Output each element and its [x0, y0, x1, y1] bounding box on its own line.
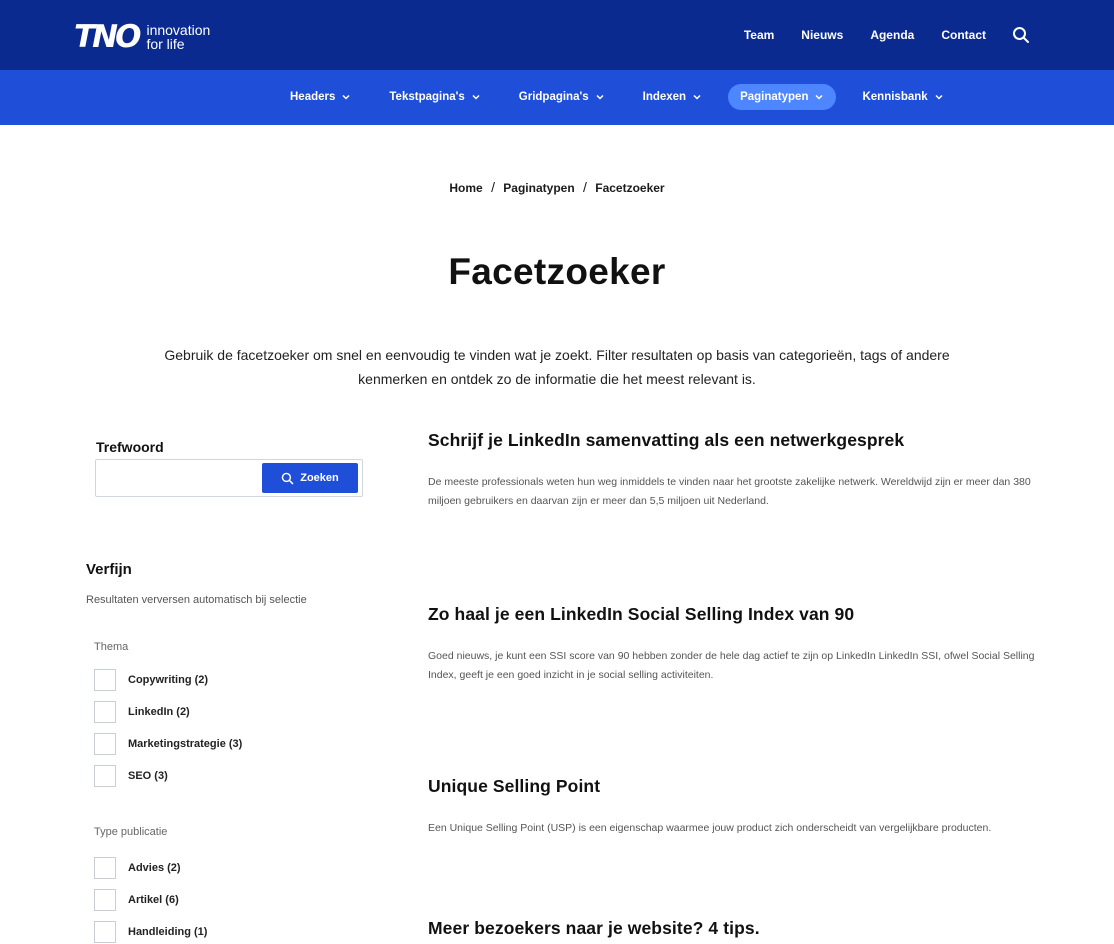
refine-title: Verfijn — [86, 561, 132, 578]
logo-tagline-line-2: for life — [146, 36, 185, 52]
top-link-contact[interactable]: Contact — [941, 28, 986, 42]
chevron-down-icon — [596, 94, 604, 100]
facet-option-label: Artikel (6) — [128, 894, 179, 906]
result-summary: Een Unique Selling Point (USP) is een ei… — [428, 822, 992, 834]
subnav-label: Tekstpagina's — [389, 91, 465, 103]
facet-option-label: Marketingstrategie (3) — [128, 738, 243, 750]
subnav-label: Kennisbank — [862, 91, 928, 103]
checkbox[interactable] — [94, 889, 116, 911]
result-title[interactable]: Meer bezoekers naar je website? 4 tips. — [428, 918, 1048, 939]
facet-option-label: Handleiding (1) — [128, 926, 208, 938]
checkbox[interactable] — [94, 701, 116, 723]
logo-tagline: innovation for life — [146, 23, 210, 51]
checkbox[interactable] — [94, 921, 116, 943]
breadcrumb-home[interactable]: Home — [449, 181, 482, 195]
checkbox[interactable] — [94, 669, 116, 691]
sub-nav: Headers Tekstpagina's Gridpagina's Index… — [0, 70, 1114, 125]
subnav-item-headers[interactable]: Headers — [278, 84, 363, 110]
subnav-item-indexen[interactable]: Indexen — [631, 84, 714, 110]
chevron-down-icon — [472, 94, 480, 100]
breadcrumb-current: Facetzoeker — [595, 181, 665, 195]
subnav-item-kennisbank[interactable]: Kennisbank — [850, 84, 955, 110]
subnav-item-gridpaginas[interactable]: Gridpagina's — [507, 84, 617, 110]
breadcrumb: Home / Paginatypen / Facetzoeker — [0, 179, 1114, 195]
intro-text: Gebruik de facetzoeker om snel en eenvou… — [164, 347, 950, 387]
facet-option[interactable]: Handleiding (1) — [94, 921, 207, 943]
result-summary: De meeste professionals weten hun weg in… — [428, 476, 1031, 507]
result-title[interactable]: Unique Selling Point — [428, 776, 1048, 797]
facet-option[interactable]: Marketingstrategie (3) — [94, 733, 242, 755]
subnav-label: Paginatypen — [740, 91, 809, 103]
logo-mark: TNO — [74, 19, 141, 55]
subnav-item-paginatypen[interactable]: Paginatypen — [728, 84, 837, 110]
top-link-nieuws[interactable]: Nieuws — [801, 28, 843, 42]
facet-option-label: LinkedIn (2) — [128, 706, 190, 718]
facet-option-label: Copywriting (2) — [128, 674, 209, 686]
search-button-label: Zoeken — [300, 472, 339, 484]
subnav-label: Headers — [290, 91, 336, 103]
facet-option[interactable]: Artikel (6) — [94, 889, 179, 911]
checkbox[interactable] — [94, 765, 116, 787]
breadcrumb-separator: / — [491, 179, 495, 195]
breadcrumb-separator: / — [583, 179, 587, 195]
chevron-down-icon — [815, 94, 824, 100]
search-icon[interactable] — [1012, 26, 1030, 44]
keyword-label: Trefwoord — [96, 439, 164, 455]
top-nav: Team Nieuws Agenda Contact — [717, 26, 1030, 44]
facet-option[interactable]: Copywriting (2) — [94, 669, 208, 691]
top-bar: TNO innovation for life Team Nieuws Agen… — [0, 0, 1114, 70]
page-title: Facetzoeker — [448, 251, 666, 292]
tno-logo[interactable]: TNO innovation for life — [74, 19, 210, 55]
subnav-label: Indexen — [642, 91, 687, 103]
checkbox[interactable] — [94, 733, 116, 755]
search-result: Zo haal je een LinkedIn Social Selling I… — [428, 604, 1048, 685]
keyword-search-box: Zoeken — [95, 459, 363, 497]
result-title[interactable]: Zo haal je een LinkedIn Social Selling I… — [428, 604, 1048, 625]
keyword-input[interactable] — [96, 460, 261, 496]
top-link-agenda[interactable]: Agenda — [870, 28, 914, 42]
search-result: Meer bezoekers naar je website? 4 tips. — [428, 918, 1048, 939]
search-result: Schrijf je LinkedIn samenvatting als een… — [428, 430, 1048, 511]
facet-group-label-type: Type publicatie — [94, 826, 168, 838]
search-button[interactable]: Zoeken — [262, 463, 358, 493]
facet-option[interactable]: SEO (3) — [94, 765, 168, 787]
facet-option-label: Advies (2) — [128, 862, 181, 874]
result-summary: Goed nieuws, je kunt een SSI score van 9… — [428, 650, 1035, 681]
facet-option[interactable]: LinkedIn (2) — [94, 701, 190, 723]
search-icon — [281, 472, 294, 484]
subnav-item-tekstpaginas[interactable]: Tekstpagina's — [377, 84, 492, 110]
facet-option-label: SEO (3) — [128, 770, 168, 782]
facet-group-label-thema: Thema — [94, 641, 129, 653]
checkbox[interactable] — [94, 857, 116, 879]
top-link-team[interactable]: Team — [744, 28, 774, 42]
facet-option[interactable]: Advies (2) — [94, 857, 181, 879]
chevron-down-icon — [693, 94, 701, 100]
result-title[interactable]: Schrijf je LinkedIn samenvatting als een… — [428, 430, 1048, 451]
breadcrumb-paginatypen[interactable]: Paginatypen — [503, 181, 574, 195]
chevron-down-icon — [342, 94, 350, 100]
subnav-label: Gridpagina's — [518, 91, 589, 103]
search-result: Unique Selling Point Een Unique Selling … — [428, 776, 1048, 838]
chevron-down-icon — [935, 94, 943, 100]
refine-note: Resultaten verversen automatisch bij sel… — [86, 594, 307, 606]
